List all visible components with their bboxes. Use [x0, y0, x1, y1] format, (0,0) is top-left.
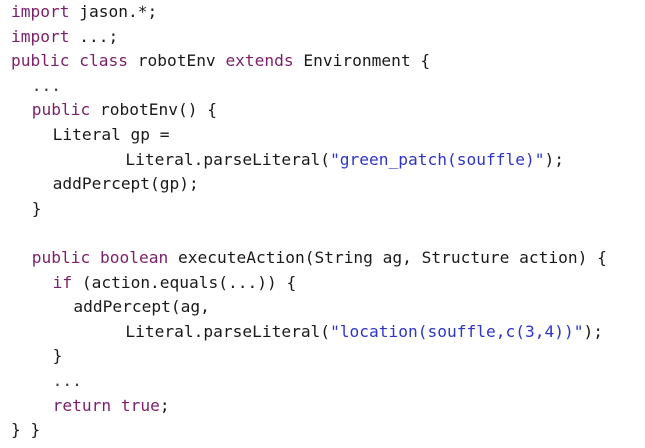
keyword-token: public [31, 248, 91, 267]
code-token: addPercept(ag, [73, 297, 210, 317]
keyword-token: extends [225, 51, 294, 71]
code-token: ; [159, 395, 170, 415]
code-line: public boolean executeAction(String ag, … [32, 246, 607, 270]
code-line: } [32, 197, 42, 221]
code-line: addPercept(ag, [73, 295, 209, 319]
code-line: public class robotEnv extends Environmen… [11, 49, 430, 73]
code-token: robotEnv [127, 51, 226, 71]
code-token: executeAction(String ag, Structure actio… [168, 248, 607, 267]
code-line: addPercept(gp); [53, 172, 199, 196]
keyword-token: public [31, 100, 91, 120]
code-line: ... [32, 74, 61, 98]
code-token: } [52, 346, 63, 366]
code-line: ... [53, 369, 82, 393]
code-listing: import jason.*; import ...; public class r… [0, 0, 645, 448]
code-token: (action.equals(...)) { [72, 272, 297, 292]
code-token: Environment { [293, 51, 431, 71]
code-token: addPercept(gp); [52, 174, 199, 194]
keyword-token: import [11, 2, 70, 21]
keyword-token: import [11, 26, 70, 46]
code-line: } [53, 344, 63, 368]
code-token: ... [52, 371, 82, 390]
code-token: ... [31, 75, 62, 95]
code-line: } } [11, 418, 40, 442]
keyword-token: class [79, 51, 128, 71]
code-token: } } [11, 420, 41, 440]
code-token: ); [544, 149, 564, 169]
keyword-token: true [120, 395, 160, 415]
keyword-token: boolean [100, 248, 169, 267]
code-token: } [31, 198, 42, 218]
code-token: Literal gp = [52, 125, 170, 144]
code-token: robotEnv() { [90, 100, 217, 120]
code-line: Literal.parseLiteral("green_patch(souffl… [125, 148, 564, 172]
code-line: import jason.*; [11, 0, 157, 24]
code-line: Literal gp = [53, 123, 170, 147]
code-token: jason.*; [69, 2, 158, 21]
code-line: Literal.parseLiteral("location(souffle,c… [125, 320, 603, 344]
keyword-token: if [52, 272, 73, 292]
code-token: Literal.parseLiteral( [125, 321, 331, 341]
code-line: import ...; [11, 25, 118, 49]
code-line: return true; [53, 394, 170, 418]
code-token: ...; [69, 26, 119, 46]
keyword-token: public [11, 51, 70, 71]
keyword-token: return [52, 395, 112, 415]
string-token: "green_patch(souffle)" [330, 149, 545, 169]
code-line: if (action.equals(...)) { [53, 271, 297, 295]
string-token: "location(souffle,c(3,4))" [330, 321, 584, 341]
code-line: public robotEnv() { [32, 98, 217, 122]
code-token: Literal.parseLiteral( [125, 149, 331, 169]
code-token: ); [583, 321, 603, 341]
